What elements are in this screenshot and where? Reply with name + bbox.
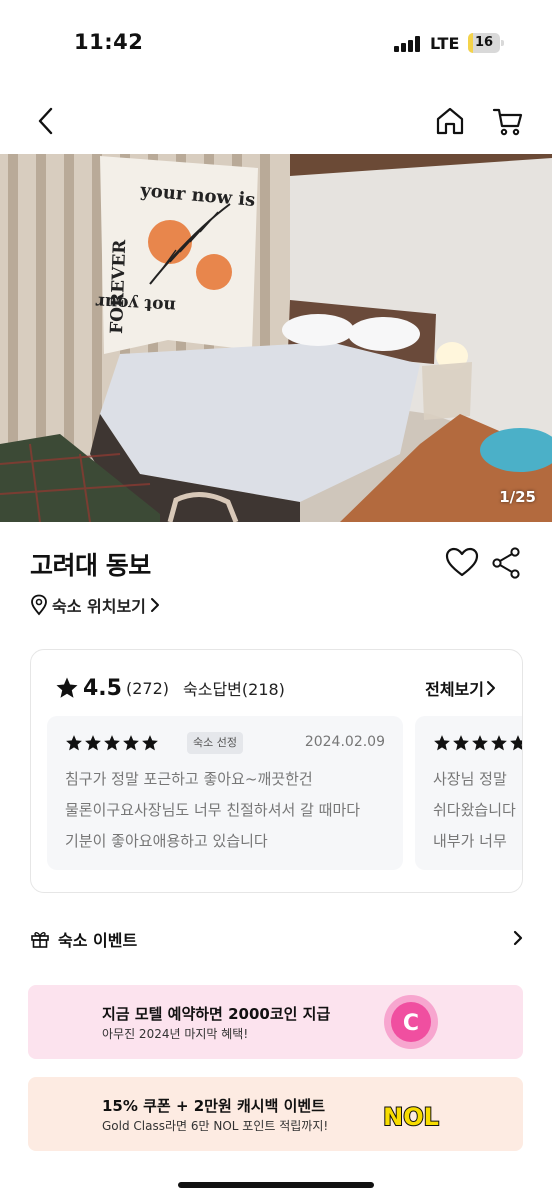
property-events-header[interactable]: 숙소 이벤트	[30, 924, 524, 954]
heart-outline-icon	[445, 547, 479, 577]
promo-title: 15% 쿠폰 + 2만원 캐시백 이벤트	[102, 1097, 326, 1115]
review-summary-card: 4.5 (272) 숙소답변(218) 전체보기 숙소 선정 2024.02.0…	[30, 649, 523, 893]
chevron-right-icon	[487, 681, 495, 695]
photo-counter: 1/25	[499, 488, 536, 506]
property-name: 고려대 동보	[30, 551, 151, 580]
review-item[interactable]: 숙소 선정 2024.02.09 침구가 정말 포근하고 좋아요~깨끗한건 물론…	[47, 716, 403, 870]
rating-value: 4.5	[83, 675, 122, 701]
star-rating	[433, 734, 522, 752]
review-item[interactable]: 사장님 정말 쉬다왔습니다 내부가 너무	[415, 716, 522, 870]
nol-logo-text: NOL	[383, 1103, 439, 1131]
promo-subtitle: 아무진 2024년 마지막 혜택!	[102, 1027, 249, 1041]
home-button[interactable]	[428, 96, 472, 146]
star-icon	[452, 734, 470, 752]
star-icon	[509, 734, 522, 752]
nol-logo-icon: NOL	[382, 1102, 440, 1132]
share-icon	[492, 547, 520, 579]
star-icon	[141, 734, 159, 752]
gift-icon	[31, 932, 49, 948]
location-pin-icon	[31, 594, 47, 616]
star-icon	[433, 734, 451, 752]
review-date: 2024.02.09	[304, 734, 385, 750]
coin-logo-icon: C	[384, 995, 438, 1049]
signal-icon	[394, 36, 422, 52]
rating-row: 4.5 (272) 숙소답변(218)	[55, 674, 285, 702]
see-all-reviews-link[interactable]: 전체보기	[425, 676, 496, 700]
room-photo: your now is not your FOREVER	[0, 154, 552, 522]
tapestry: your now is not your FOREVER	[94, 156, 258, 354]
promo-banner-coupon[interactable]: 15% 쿠폰 + 2만원 캐시백 이벤트 Gold Class라면 6만 NOL…	[28, 1077, 523, 1151]
photo-gallery[interactable]: your now is not your FOREVER 1/25	[0, 154, 552, 522]
star-icon	[65, 734, 83, 752]
chevron-right-icon	[150, 598, 159, 612]
favorite-button[interactable]	[444, 546, 480, 580]
star-icon	[122, 734, 140, 752]
home-indicator	[178, 1182, 374, 1188]
chevron-right-icon	[513, 930, 523, 946]
nav-bar	[0, 96, 552, 146]
star-rating	[65, 734, 159, 752]
coin-logo-letter: C	[403, 1011, 419, 1036]
star-icon	[56, 677, 78, 698]
star-icon	[471, 734, 489, 752]
property-events-title: 숙소 이벤트	[58, 931, 138, 950]
review-text: 침구가 정말 포근하고 좋아요~깨끗한건 물론이구요사장님도 너무 친절하셔서 …	[65, 770, 361, 850]
status-time: 11:42	[74, 30, 144, 54]
location-link[interactable]: 숙소 위치보기	[30, 592, 160, 618]
host-reply-count: 숙소답변(218)	[183, 680, 285, 699]
back-button[interactable]	[24, 96, 68, 146]
chevron-left-icon	[38, 107, 53, 135]
cart-button[interactable]	[486, 96, 530, 146]
battery-icon: 16	[468, 33, 504, 53]
promo-banner-coin[interactable]: 지금 모텔 예약하면 2000코인 지급 아무진 2024년 마지막 혜택! C	[28, 985, 523, 1059]
see-all-label: 전체보기	[425, 680, 484, 699]
location-link-label: 숙소 위치보기	[52, 597, 146, 616]
status-bar: 11:42 LTE 16	[0, 0, 552, 88]
network-type: LTE	[430, 34, 460, 53]
promo-subtitle: Gold Class라면 6만 NOL 포인트 적립까지!	[102, 1119, 329, 1133]
tapestry-text-bottom: not your	[94, 292, 176, 316]
star-icon	[103, 734, 121, 752]
battery-level: 16	[474, 35, 494, 50]
review-count: (272)	[125, 678, 170, 698]
share-button[interactable]	[490, 546, 524, 580]
star-icon	[490, 734, 508, 752]
promo-title: 지금 모텔 예약하면 2000코인 지급	[102, 1005, 331, 1023]
star-icon	[84, 734, 102, 752]
cart-icon	[492, 108, 523, 136]
tapestry-text-side: FOREVER	[107, 238, 130, 334]
selection-badge: 숙소 선정	[187, 732, 243, 754]
home-icon	[436, 107, 464, 135]
review-text: 사장님 정말 쉬다왔습니다 내부가 너무	[433, 770, 516, 850]
